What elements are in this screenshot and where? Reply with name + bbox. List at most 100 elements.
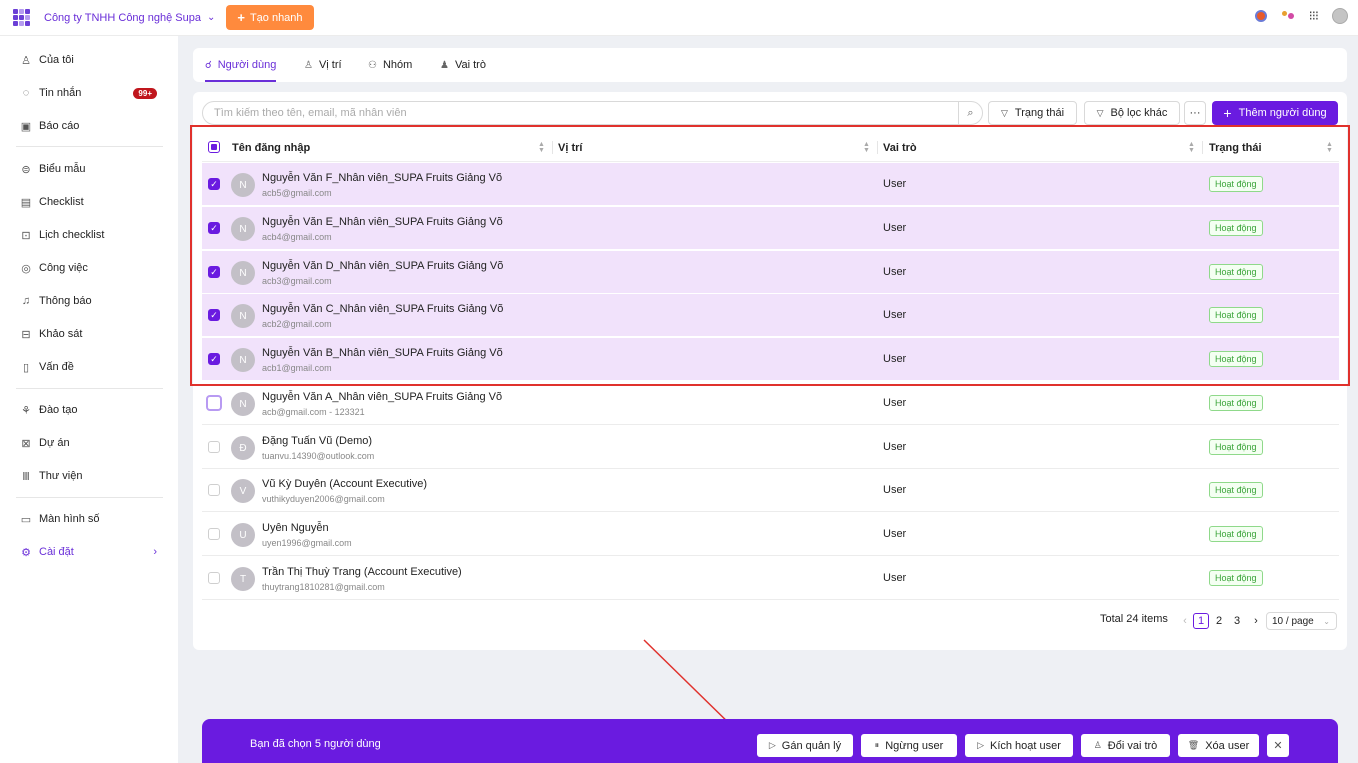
user-avatar[interactable]	[1332, 8, 1348, 24]
deactivate-user-button[interactable]: ⏸ Ngừng user	[861, 734, 957, 757]
page-size-value: 10 / page	[1272, 615, 1314, 627]
chevron-down-icon[interactable]: ⌄	[207, 12, 215, 23]
chat-bubble-icon[interactable]	[1254, 10, 1267, 22]
sidebar-item-bao-cao[interactable]: ▣ Báo cáo	[20, 115, 160, 137]
button-label: Gán quản lý	[781, 739, 842, 752]
sidebar-item-cai-dat[interactable]: ⚙ Cài đặt ›	[20, 541, 160, 563]
row-checkbox[interactable]	[206, 395, 222, 411]
row-checkbox[interactable]: ✓	[208, 178, 220, 190]
status-filter-button[interactable]: ▽ Trạng thái	[988, 101, 1077, 125]
quick-create-button[interactable]: + Tạo nhanh	[226, 5, 314, 30]
next-page-icon[interactable]: ›	[1248, 613, 1264, 629]
row-checkbox[interactable]	[208, 441, 220, 453]
other-filter-button[interactable]: ▽ Bộ lọc khác	[1084, 101, 1180, 125]
header-position[interactable]: Vị trí	[558, 133, 582, 162]
tab-label: Nhóm	[382, 59, 413, 71]
add-user-button[interactable]: + Thêm người dùng	[1212, 101, 1338, 125]
user-email: thuytrang1810281@gmail.com	[262, 582, 385, 592]
row-checkbox[interactable]: ✓	[208, 309, 220, 321]
table-row[interactable]: ✓ N Nguyễn Văn D_Nhân viên_SUPA Fruits G…	[202, 251, 1339, 294]
app-logo-icon[interactable]	[13, 8, 31, 27]
sort-icon[interactable]: ▲ ▼	[1326, 141, 1333, 154]
select-all-checkbox[interactable]	[208, 141, 220, 153]
sidebar-item-tin-nhan[interactable]: ◌ Tin nhắn 99+	[20, 82, 160, 104]
people-icon[interactable]	[1281, 10, 1295, 22]
person-heart-icon: ♙	[21, 54, 31, 67]
sidebar-item-thong-bao[interactable]: ♫ Thông báo	[20, 290, 160, 312]
sidebar-divider	[16, 146, 163, 147]
table-row[interactable]: T Trần Thị Thuỳ Trang (Account Executive…	[202, 557, 1339, 600]
table-row[interactable]: ✓ N Nguyễn Văn C_Nhân viên_SUPA Fruits G…	[202, 294, 1339, 337]
table-row[interactable]: U Uyên Nguyễn uyen1996@gmail.com User Ho…	[202, 513, 1339, 556]
button-label: Xóa user	[1205, 739, 1250, 752]
header-label: Vị trí	[558, 141, 583, 154]
sort-icon[interactable]: ▲ ▼	[538, 141, 545, 154]
sidebar-item-checklist[interactable]: ▤ Checklist	[20, 191, 160, 213]
form-icon: ⊜	[21, 163, 31, 176]
prev-page-icon[interactable]: ‹	[1177, 613, 1193, 629]
plus-icon: +	[237, 10, 245, 25]
sidebar-item-van-de[interactable]: ▯ Vấn đề	[20, 356, 160, 378]
page-1[interactable]: 1	[1193, 613, 1209, 629]
calendar-checklist-icon: ⊡	[21, 229, 31, 242]
status-badge: Hoạt động	[1209, 570, 1263, 586]
sidebar-item-label: Của tôi	[39, 54, 74, 66]
sidebar-item-cua-toi[interactable]: ♙ Của tôi	[20, 49, 160, 71]
task-icon: ◎	[21, 262, 31, 275]
bulk-action-bar: Bạn đã chọn 5 người dùng ▷ Gán quản lý ⏸ N…	[202, 719, 1338, 763]
user-name: Nguyễn Văn F_Nhân viên_SUPA Fruits Giảng…	[262, 172, 503, 184]
change-role-button[interactable]: ♙ Đổi vai trò	[1081, 734, 1170, 757]
company-name[interactable]: Công ty TNHH Công nghệ Supa	[44, 12, 201, 24]
sidebar-item-bieu-mau[interactable]: ⊜ Biểu mẫu	[20, 158, 160, 180]
row-checkbox[interactable]: ✓	[208, 222, 220, 234]
table-row[interactable]: N Nguyễn Văn A_Nhân viên_SUPA Fruits Giả…	[202, 382, 1339, 425]
row-checkbox[interactable]	[208, 572, 220, 584]
tab-nhom[interactable]: ⚇ Nhóm	[368, 48, 412, 82]
user-email: acb5@gmail.com	[262, 188, 332, 198]
status-badge: Hoạt động	[1209, 176, 1263, 192]
sidebar-item-man-hinh-so[interactable]: ▭ Màn hình số	[20, 508, 160, 530]
search-input[interactable]	[214, 107, 958, 119]
row-checkbox[interactable]: ✓	[208, 266, 220, 278]
header-status[interactable]: Trạng thái	[1209, 133, 1262, 162]
settings-tabs: ☌ Người dùng ♙ Vị trí ⚇ Nhóm ♟ Vai trò	[193, 48, 1347, 82]
avatar: T	[231, 567, 255, 591]
table-row[interactable]: Đ Đặng Tuấn Vũ (Demo) tuanvu.14390@outlo…	[202, 426, 1339, 469]
more-options-button[interactable]: ···	[1184, 101, 1206, 125]
chat-icon: ◌	[22, 87, 30, 99]
page-3[interactable]: 3	[1229, 613, 1245, 629]
row-checkbox[interactable]	[208, 484, 220, 496]
sidebar-item-label: Tin nhắn	[39, 87, 82, 99]
sort-icon[interactable]: ▲ ▼	[863, 141, 870, 154]
page-2[interactable]: 2	[1211, 613, 1227, 629]
sidebar-item-lich-checklist[interactable]: ⊡ Lịch checklist	[20, 224, 160, 246]
tab-vai-tro[interactable]: ♟ Vai trò	[440, 48, 486, 82]
header-role[interactable]: Vai trò	[883, 133, 917, 162]
sort-icon[interactable]: ▲ ▼	[1188, 141, 1195, 154]
page-size-select[interactable]: 10 / page ⌄	[1266, 612, 1337, 630]
sidebar-item-dao-tao[interactable]: ⚘ Đào tạo	[20, 399, 160, 421]
sidebar-item-cong-viec[interactable]: ◎ Công việc	[20, 257, 160, 279]
delete-user-button[interactable]: 🗑 Xóa user	[1178, 734, 1259, 757]
sidebar-item-thu-vien[interactable]: Ⅲ Thư viện	[20, 465, 160, 487]
search-icon[interactable]: ⌕	[958, 102, 982, 124]
row-checkbox[interactable]: ✓	[208, 353, 220, 365]
header-username[interactable]: Tên đăng nhập	[232, 133, 310, 162]
assign-manager-button[interactable]: ▷ Gán quản lý	[757, 734, 853, 757]
apps-grid-icon[interactable]: ⁝⁝⁝	[1309, 8, 1319, 24]
table-row[interactable]: ✓ N Nguyễn Văn B_Nhân viên_SUPA Fruits G…	[202, 338, 1339, 381]
user-name: Nguyễn Văn E_Nhân viên_SUPA Fruits Giảng…	[262, 216, 503, 228]
sidebar-item-label: Màn hình số	[39, 513, 100, 525]
sidebar-item-khao-sat[interactable]: ⊟ Khảo sát	[20, 323, 160, 345]
row-checkbox[interactable]	[208, 528, 220, 540]
table-row[interactable]: ✓ N Nguyễn Văn F_Nhân viên_SUPA Fruits G…	[202, 163, 1339, 206]
table-row[interactable]: V Vũ Kỳ Duyên (Account Executive) vuthik…	[202, 469, 1339, 512]
table-row[interactable]: ✓ N Nguyễn Văn E_Nhân viên_SUPA Fruits G…	[202, 207, 1339, 250]
activate-user-button[interactable]: ▷ Kích hoạt user	[965, 734, 1073, 757]
sidebar-item-du-an[interactable]: ⊠ Dự án	[20, 432, 160, 454]
quick-create-label: Tạo nhanh	[249, 11, 303, 24]
avatar: N	[231, 217, 255, 241]
close-icon[interactable]: ✕	[1267, 734, 1289, 757]
tab-nguoi-dung[interactable]: ☌ Người dùng	[205, 48, 277, 82]
tab-vi-tri[interactable]: ♙ Vị trí	[304, 48, 342, 82]
